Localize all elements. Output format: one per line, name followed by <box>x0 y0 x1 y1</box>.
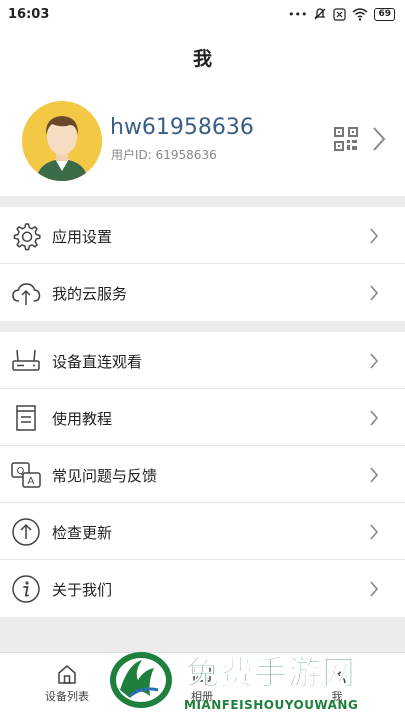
watermark-title: 免费手游网 <box>186 653 356 693</box>
watermark-logo-icon <box>110 652 172 708</box>
status-bar: 16:03 ••• 69 <box>0 0 405 28</box>
chevron-right-icon <box>370 228 379 244</box>
faq-chat-icon: Q A <box>11 462 41 488</box>
profile-card[interactable]: hw61958636 用户ID: 61958636 <box>0 86 405 196</box>
avatar[interactable] <box>22 101 102 181</box>
svg-text:A: A <box>28 476 35 487</box>
menu-item-label: 关于我们 <box>52 581 113 599</box>
avatar-person-icon <box>22 101 102 181</box>
chevron-right-icon <box>370 410 379 426</box>
sim-disabled-icon <box>333 7 347 21</box>
chevron-right-icon <box>370 285 379 301</box>
chevron-right-icon <box>370 581 379 597</box>
chevron-right-icon <box>370 467 379 483</box>
document-icon <box>16 405 36 431</box>
home-icon <box>58 665 76 684</box>
status-icons: ••• 69 <box>288 7 395 21</box>
menu-group-general: 设备直连观看 使用教程 Q A 常见问题与反馈 检查更新 关于我们 <box>0 332 405 617</box>
status-time: 16:03 <box>8 6 50 22</box>
tab-label: 设备列表 <box>45 690 89 703</box>
menu-item-device-direct[interactable]: 设备直连观看 <box>0 332 405 389</box>
user-id: 用户ID: 61958636 <box>111 148 217 162</box>
menu-item-label: 检查更新 <box>52 524 113 542</box>
menu-item-faq[interactable]: Q A 常见问题与反馈 <box>0 446 405 503</box>
watermark-subtitle: MIANFEISHOUYOUWANG <box>184 698 359 712</box>
router-icon <box>12 349 40 371</box>
username: hw61958636 <box>110 115 254 140</box>
battery-indicator: 69 <box>374 7 395 21</box>
wifi-icon <box>352 7 368 21</box>
menu-item-tutorial[interactable]: 使用教程 <box>0 389 405 446</box>
tab-device-list[interactable]: 设备列表 <box>27 663 107 704</box>
chevron-right-icon <box>370 524 379 540</box>
menu-item-label: 我的云服务 <box>52 285 128 303</box>
cloud-upload-icon <box>12 283 41 305</box>
chevron-right-icon[interactable] <box>372 126 386 152</box>
menu-item-app-settings[interactable]: 应用设置 <box>0 207 405 264</box>
mute-icon <box>314 8 327 20</box>
gear-icon <box>13 223 41 251</box>
menu-item-cloud-service[interactable]: 我的云服务 <box>0 264 405 321</box>
menu-item-label: 常见问题与反馈 <box>52 467 158 485</box>
menu-item-label: 使用教程 <box>52 410 113 428</box>
menu-item-label: 设备直连观看 <box>52 353 143 371</box>
menu-group-settings: 应用设置 我的云服务 <box>0 207 405 321</box>
menu-item-about-us[interactable]: 关于我们 <box>0 560 405 617</box>
arrow-up-circle-icon <box>12 518 40 546</box>
qr-code-icon[interactable] <box>334 127 358 151</box>
watermark-overlay: 免费手游网 MIANFEISHOUYOUWANG <box>108 640 405 720</box>
more-dots-icon: ••• <box>288 7 308 21</box>
page-title: 我 <box>192 47 212 70</box>
chevron-right-icon <box>370 353 379 369</box>
menu-item-check-update[interactable]: 检查更新 <box>0 503 405 560</box>
title-bar: 我 <box>0 28 405 86</box>
info-icon <box>12 575 40 603</box>
menu-item-label: 应用设置 <box>52 228 113 246</box>
